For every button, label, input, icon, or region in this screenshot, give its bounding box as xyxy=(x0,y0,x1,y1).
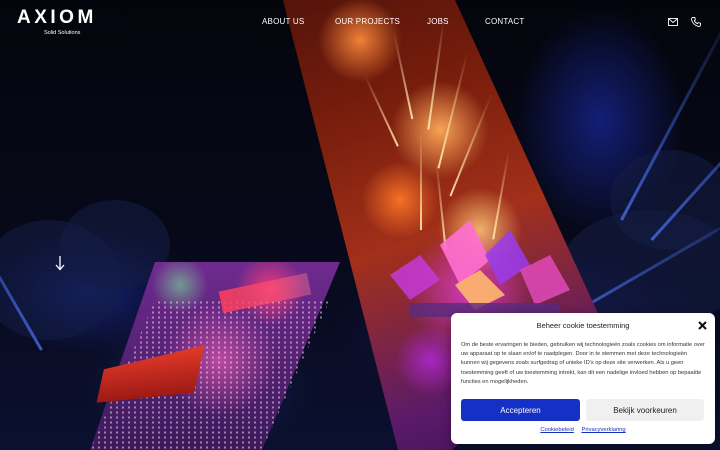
firework-spark xyxy=(437,51,469,169)
nav-item-contact[interactable]: CONTACT xyxy=(485,17,524,26)
nav-item-jobs[interactable]: JOBS xyxy=(427,17,449,26)
privacy-statement-link[interactable]: Privacyverklaring xyxy=(582,427,626,433)
cookie-dialog-title: Beheer cookie toestemming xyxy=(536,321,630,330)
close-icon[interactable] xyxy=(698,321,707,330)
accept-button[interactable]: Accepteren xyxy=(461,399,580,421)
cookie-dialog-text: Om de beste ervaringen te bieden, gebrui… xyxy=(461,342,705,385)
nav-item-about-us[interactable]: ABOUT US xyxy=(262,17,304,26)
cookie-policy-link[interactable]: Cookiebeleid xyxy=(540,427,574,433)
festival-stage xyxy=(390,220,570,317)
view-preferences-button[interactable]: Bekijk voorkeuren xyxy=(586,399,704,421)
cookie-consent-dialog: Beheer cookie toestemming Om de beste er… xyxy=(451,313,715,444)
logo-wordmark: AXIOM xyxy=(17,7,97,28)
mail-icon[interactable] xyxy=(667,16,679,28)
logo-tagline: Solid Solutions xyxy=(44,30,81,36)
firework-spark xyxy=(363,73,399,147)
site-header: AXIOM Solid Solutions ABOUT US OUR PROJE… xyxy=(0,0,720,45)
cookie-dialog-links: Cookiebeleid Privacyverklaring xyxy=(451,427,715,433)
phone-icon[interactable] xyxy=(690,16,702,28)
arrow-down-icon[interactable] xyxy=(54,255,66,271)
nav-item-our-projects[interactable]: OUR PROJECTS xyxy=(335,17,400,26)
logo[interactable]: AXIOM Solid Solutions xyxy=(17,8,117,37)
firework-spark xyxy=(449,93,493,197)
